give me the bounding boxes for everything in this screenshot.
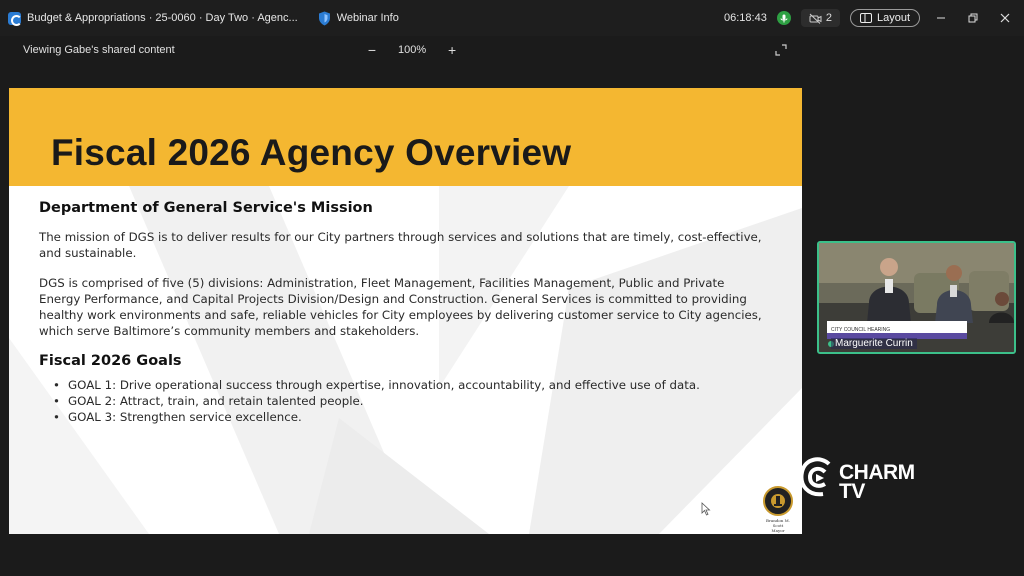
- seal-caption-name: Brandon M. Scott: [766, 518, 790, 528]
- zoom-controls: − 100% +: [364, 42, 460, 58]
- zoom-out-button[interactable]: −: [364, 42, 380, 58]
- goal-item: GOAL 3: Strengthen service excellence.: [53, 409, 769, 425]
- lower-third-text: CITY COUNCIL HEARING: [831, 327, 890, 333]
- camera-off-icon: [809, 13, 822, 24]
- shared-content-label: Viewing Gabe's shared content: [23, 44, 175, 56]
- participant-name: Marguerite Currin: [831, 338, 917, 349]
- video-feed: CITY COUNCIL HEARING: [819, 243, 1014, 352]
- shared-slide: Fiscal 2026 Agency Overview Department o…: [9, 88, 802, 534]
- mission-paragraph-1: The mission of DGS is to deliver results…: [39, 230, 762, 260]
- baltimore-seal-icon: [763, 486, 793, 516]
- goal-item: GOAL 1: Drive operational success throug…: [53, 377, 769, 393]
- meeting-timer: 06:18:43: [724, 12, 767, 24]
- title-bar-left: Budget & Appropriations · 25-0060 · Day …: [0, 11, 399, 26]
- charm-tv-wordmark: CHARM TV: [839, 462, 915, 503]
- webinar-info-button[interactable]: Webinar Info: [318, 11, 399, 26]
- participant-count: 2: [825, 12, 832, 24]
- close-icon[interactable]: [994, 9, 1016, 27]
- goals-list: GOAL 1: Drive operational success throug…: [39, 377, 769, 425]
- slide-body: Department of General Service's Mission …: [39, 200, 769, 425]
- participant-video-tile[interactable]: CITY COUNCIL HEARING Marguerite Currin: [817, 241, 1016, 354]
- layout-label: Layout: [876, 12, 910, 24]
- goal-item: GOAL 2: Attract, train, and retain talen…: [53, 393, 769, 409]
- meeting-title: Budget & Appropriations · 25-0060 · Day …: [27, 12, 298, 24]
- charm-tv-logo-icon: [799, 457, 831, 497]
- goals-heading: Fiscal 2026 Goals: [39, 353, 182, 369]
- teams-meeting-window: Budget & Appropriations · 25-0060 · Day …: [0, 0, 1024, 576]
- mission-heading: Department of General Service's Mission: [39, 200, 373, 216]
- seal-caption-title: Mayor: [771, 528, 785, 533]
- minimize-icon[interactable]: [930, 9, 952, 27]
- restore-icon[interactable]: [962, 9, 984, 27]
- shield-icon: [318, 11, 330, 25]
- zoom-level: 100%: [398, 44, 427, 56]
- title-bar: Budget & Appropriations · 25-0060 · Day …: [0, 0, 1024, 36]
- seal-caption: Brandon M. Scott Mayor: [761, 518, 795, 533]
- mic-status-icon[interactable]: [776, 11, 791, 25]
- mouse-cursor-icon: [701, 502, 711, 516]
- webinar-info-label: Webinar Info: [336, 12, 399, 24]
- expand-icon[interactable]: [775, 44, 787, 56]
- mission-paragraph-2: DGS is comprised of five (5) divisions: …: [39, 276, 762, 338]
- share-toolbar: Viewing Gabe's shared content − 100% +: [0, 36, 1024, 66]
- charm-tv-watermark: CHARM TV: [799, 456, 915, 508]
- teams-logo-icon: [8, 11, 22, 26]
- zoom-in-button[interactable]: +: [444, 42, 460, 58]
- layout-button[interactable]: Layout: [849, 9, 920, 27]
- city-seal: Brandon M. Scott Mayor: [761, 486, 795, 533]
- participants-button[interactable]: 2: [800, 9, 840, 27]
- layout-icon: [859, 13, 872, 23]
- slide-title: Fiscal 2026 Agency Overview: [51, 132, 572, 173]
- title-bar-right: 06:18:43 2 Layout: [724, 9, 1024, 27]
- charm-tv-line2: TV: [839, 480, 865, 503]
